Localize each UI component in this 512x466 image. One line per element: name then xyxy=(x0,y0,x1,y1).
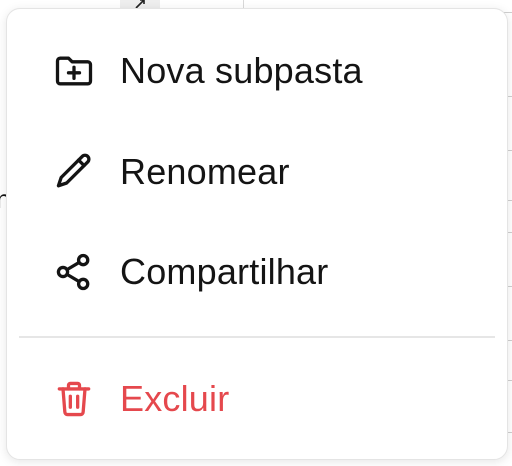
folder-plus-icon xyxy=(51,48,97,94)
menu-item-rename[interactable]: Renomear xyxy=(7,130,507,214)
pencil-icon xyxy=(51,149,97,195)
menu-item-new-subfolder[interactable]: Nova subpasta xyxy=(7,29,507,113)
menu-item-label: Renomear xyxy=(120,151,290,192)
menu-item-label: Compartilhar xyxy=(120,251,329,292)
trash-icon xyxy=(51,376,97,422)
menu-item-share[interactable]: Compartilhar xyxy=(7,230,507,314)
menu-item-label: Excluir xyxy=(120,378,230,419)
menu-divider xyxy=(19,336,495,338)
share-icon xyxy=(51,249,97,295)
menu-item-label: Nova subpasta xyxy=(120,50,363,91)
folder-context-menu: Nova subpasta Renomear Compartilhar Excl… xyxy=(6,8,508,460)
menu-item-delete[interactable]: Excluir xyxy=(7,357,507,441)
